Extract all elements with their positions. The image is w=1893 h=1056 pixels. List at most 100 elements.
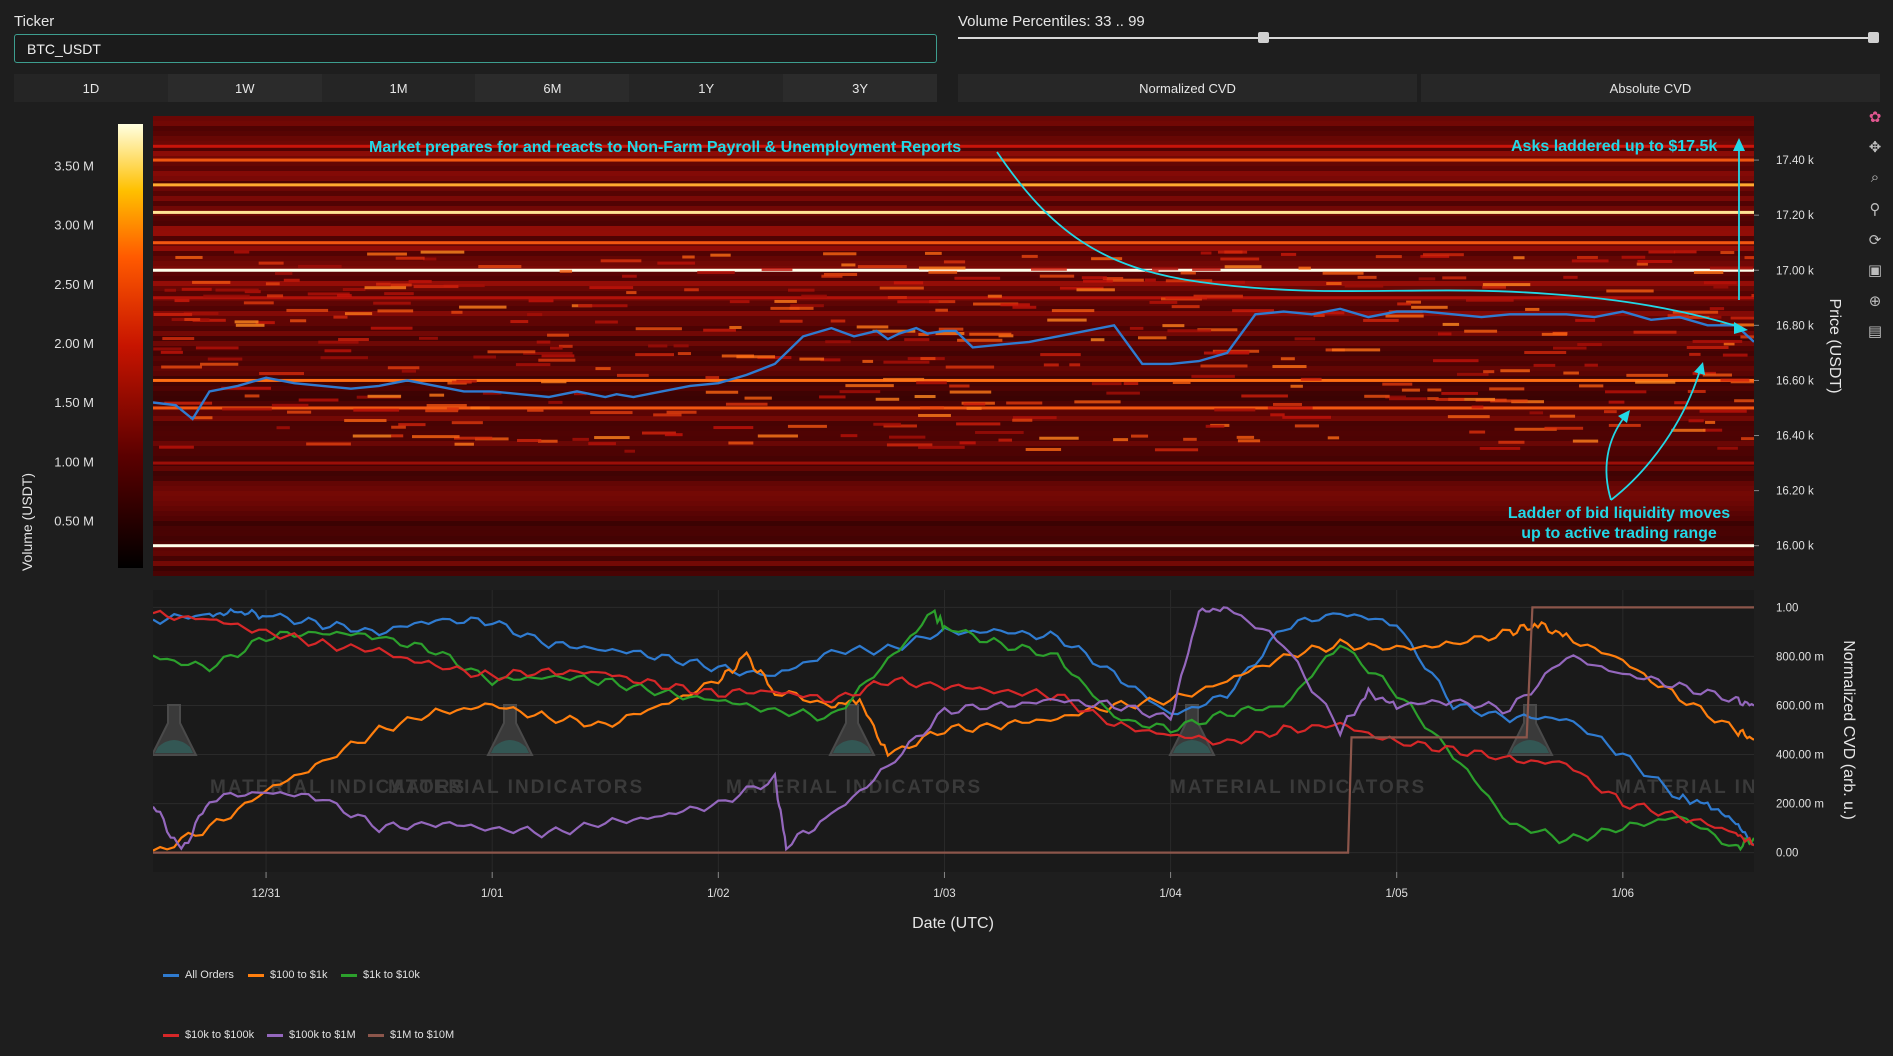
legend-10k-to-100k[interactable]: $10k to $100k [163, 1029, 254, 1041]
heatmap-band [153, 221, 1754, 226]
heatmap-cell [459, 305, 507, 309]
colorbar [118, 124, 143, 568]
x-axis-title: Date (UTC) [912, 915, 994, 932]
heatmap-cell [684, 288, 699, 292]
heatmap-cell [1604, 410, 1617, 414]
heatmap-cell [1322, 271, 1364, 275]
heatmap-cell [1344, 284, 1384, 288]
heatmap-cell [648, 344, 668, 348]
heatmap-cell [370, 326, 413, 330]
heatmap-cell [515, 363, 551, 367]
heatmap-cell [1482, 283, 1531, 287]
heatmap-cell [333, 315, 348, 319]
colorbar-tick-label: 3.50 M [54, 158, 94, 173]
liquidity-level [153, 378, 1754, 382]
heatmap-cell [1552, 346, 1587, 350]
heatmap-cell [559, 269, 573, 273]
heatmap-cell [160, 350, 183, 354]
heatmap-cell [1031, 267, 1067, 271]
heatmap-cell [175, 255, 203, 259]
heatmap-cell [203, 294, 250, 298]
heatmap-cell [1498, 440, 1525, 444]
heatmap-band [153, 351, 1754, 356]
heatmap-cell [367, 394, 402, 398]
heatmap-cell [1673, 250, 1697, 254]
heatmap-cell [1688, 419, 1704, 423]
heatmap-cell [1200, 364, 1248, 368]
heatmap-cell [1091, 382, 1122, 386]
heatmap-cell [1469, 430, 1486, 434]
heatmap-cell [1236, 435, 1255, 439]
legend-1k-to-10k[interactable]: $1k to $10k [341, 969, 420, 981]
heatmap-cell [920, 357, 936, 361]
legend-label: $1M to $10M [390, 1029, 455, 1041]
colorbar-tick-label: 0.50 M [54, 514, 94, 529]
heatmap-cell [1180, 271, 1196, 275]
heatmap-cell [635, 327, 682, 331]
heatmap-cell [821, 274, 843, 278]
heatmap-cell [736, 355, 776, 359]
heatmap-cell [1686, 346, 1729, 350]
heatmap-cell [729, 300, 750, 304]
heatmap-cell [924, 251, 942, 255]
heatmap-cell [1544, 426, 1584, 430]
heatmap-cell [728, 441, 754, 445]
heatmap-cell [1442, 322, 1460, 326]
legend-all-orders[interactable]: All Orders [163, 969, 234, 981]
heatmap-band [153, 356, 1754, 361]
heatmap-cell [823, 252, 857, 256]
heatmap-band [153, 216, 1754, 221]
cvd-tick-label: 200.00 m [1776, 799, 1824, 811]
heatmap-cell [1709, 307, 1725, 311]
heatmap-cell [677, 352, 692, 356]
heatmap-cell [1579, 384, 1604, 388]
heatmap-cell [1427, 388, 1442, 392]
heatmap-band [153, 531, 1754, 536]
heatmap-band [153, 466, 1754, 471]
heatmap-cell [1575, 318, 1596, 322]
heatmap-cell [1162, 324, 1185, 328]
heatmap-cell [787, 424, 827, 428]
heatmap-cell [1709, 266, 1753, 270]
legend-label: $1k to $10k [363, 969, 420, 981]
price-tick-label: 16.80 k [1776, 320, 1814, 332]
heatmap-cell [966, 406, 982, 410]
heatmap-cell [377, 309, 414, 313]
heatmap-cell [306, 442, 351, 446]
heatmap-cell [761, 268, 793, 272]
heatmap-cell [697, 270, 735, 274]
heatmap-cell [234, 250, 250, 254]
heatmap-cell [276, 426, 290, 430]
x-tick-label: 1/04 [1159, 888, 1182, 900]
heatmap-cell [622, 274, 637, 278]
legend-100-to-1k[interactable]: $100 to $1k [248, 969, 328, 981]
heatmap-cell [1076, 288, 1115, 292]
price-tick-label: 17.40 k [1776, 155, 1814, 167]
bids-annotation-line2: up to active trading range [1521, 525, 1717, 542]
heatmap-cell [666, 410, 697, 414]
heatmap-cell [1687, 389, 1706, 393]
heatmap-cell [258, 261, 284, 265]
legend-1m-to-10m[interactable]: $1M to $10M [368, 1029, 454, 1041]
heatmap-band [153, 361, 1754, 366]
legend-100k-to-1m[interactable]: $100k to $1M [267, 1029, 356, 1041]
heatmap-cell [1113, 438, 1129, 442]
heatmap-cell [222, 407, 272, 411]
colorbar-tick-label: 2.50 M [54, 277, 94, 292]
heatmap-cell [353, 408, 400, 412]
heatmap-cell [595, 367, 611, 371]
heatmap-cell [1294, 337, 1316, 341]
x-tick-label: 1/03 [933, 888, 955, 900]
heatmap-cell [935, 308, 948, 312]
heatmap-cell [395, 256, 425, 260]
heatmap-cell [1270, 413, 1285, 417]
heatmap-band [153, 131, 1754, 136]
heatmap-cell [1608, 423, 1641, 427]
heatmap-cell [1106, 391, 1140, 395]
heatmap-cell [153, 312, 193, 316]
heatmap-cell [181, 287, 212, 291]
bids-annotation-line1: Ladder of bid liquidity moves [1508, 505, 1730, 522]
heatmap-cell [1021, 254, 1038, 258]
heatmap-cell [1606, 289, 1654, 293]
legend-swatch [248, 973, 264, 977]
